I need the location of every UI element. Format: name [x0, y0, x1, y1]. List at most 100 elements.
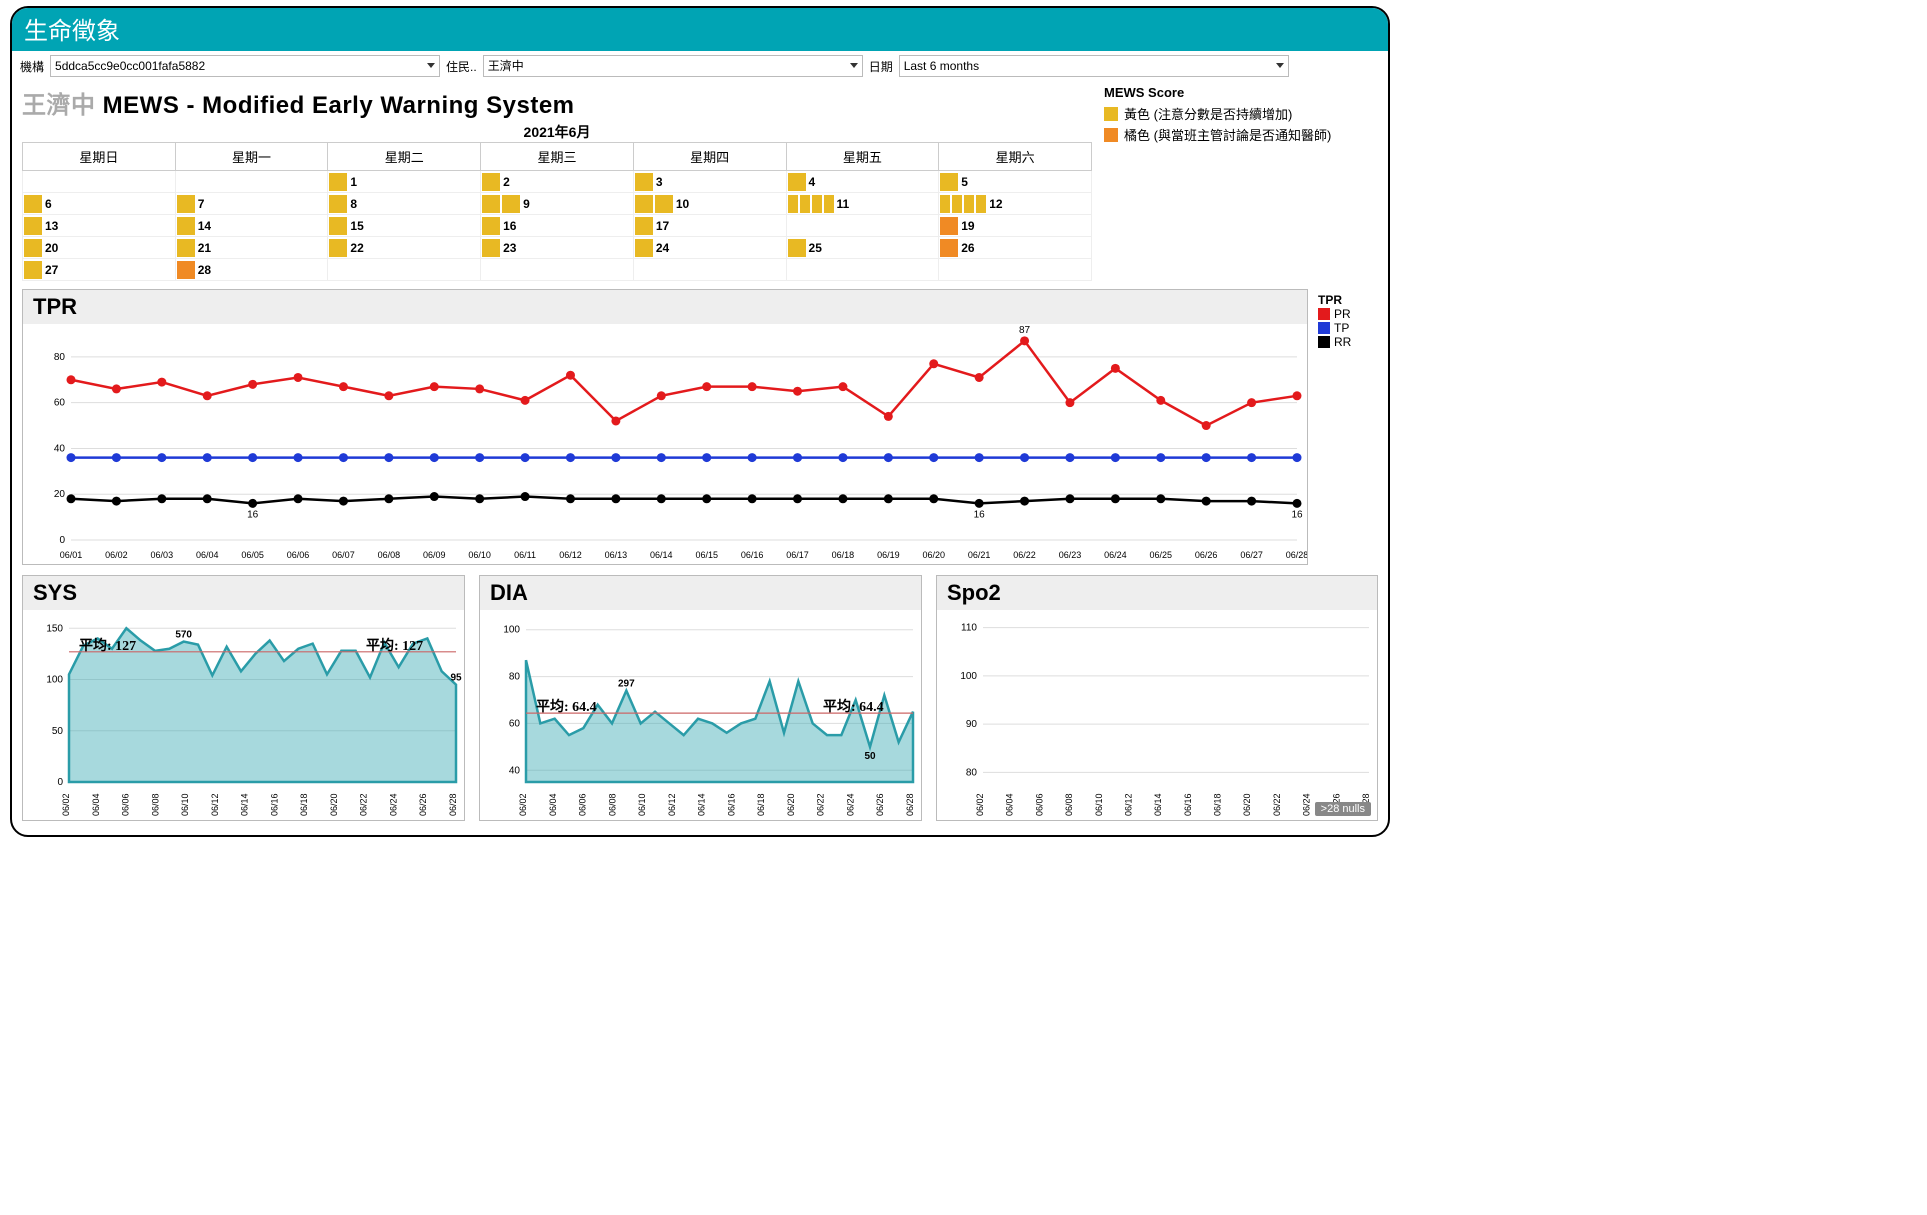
svg-text:06/28: 06/28: [905, 793, 915, 816]
weekday-header: 星期五: [786, 143, 939, 171]
weekday-header: 星期四: [633, 143, 786, 171]
weekday-header: 星期六: [939, 143, 1092, 171]
mews-resident-name: 王濟中: [22, 92, 96, 119]
calendar-cell[interactable]: 2: [481, 171, 634, 193]
date-select[interactable]: Last 6 months: [899, 55, 1289, 77]
svg-text:0: 0: [57, 777, 63, 788]
calendar-cell[interactable]: [786, 215, 939, 237]
tpr-chart-card: TPR 0204060801616168706/0106/0206/0306/0…: [22, 289, 1308, 565]
svg-text:80: 80: [54, 352, 66, 363]
calendar-cell[interactable]: 24: [633, 237, 786, 259]
svg-text:80: 80: [509, 672, 521, 683]
dia-title: DIA: [480, 576, 921, 610]
svg-text:150: 150: [46, 623, 63, 634]
calendar-cell[interactable]: 1: [328, 171, 481, 193]
calendar-cell[interactable]: 16: [481, 215, 634, 237]
svg-text:06/12: 06/12: [210, 793, 220, 816]
resident-label: 住民..: [446, 58, 477, 75]
tpr-title: TPR: [23, 290, 1307, 324]
svg-text:16: 16: [1291, 509, 1303, 520]
svg-text:06/10: 06/10: [637, 793, 647, 816]
svg-text:06/23: 06/23: [1059, 550, 1082, 560]
calendar-cell[interactable]: 4: [786, 171, 939, 193]
svg-text:06/11: 06/11: [514, 550, 536, 560]
resident-select[interactable]: 王濟中: [483, 55, 863, 77]
dia-plot[interactable]: 406080100平均: 64.4平均: 64.42975006/0206/04…: [480, 610, 921, 820]
calendar-cell[interactable]: 8: [328, 193, 481, 215]
calendar-cell[interactable]: 28: [175, 259, 328, 281]
svg-text:20: 20: [54, 489, 66, 500]
org-label: 機構: [20, 58, 44, 75]
tpr-plot[interactable]: 0204060801616168706/0106/0206/0306/0406/…: [23, 324, 1307, 564]
mews-legend-title: MEWS Score: [1104, 85, 1378, 100]
weekday-header: 星期一: [175, 143, 328, 171]
calendar-cell[interactable]: [939, 259, 1092, 281]
svg-text:06/06: 06/06: [578, 793, 588, 816]
calendar-cell[interactable]: 20: [23, 237, 176, 259]
org-select[interactable]: 5ddca5cc9e0cc001fafa5882: [50, 55, 440, 77]
svg-text:100: 100: [503, 625, 520, 636]
calendar-cell[interactable]: [175, 171, 328, 193]
svg-text:06/03: 06/03: [151, 550, 174, 560]
svg-text:06/24: 06/24: [1302, 793, 1312, 816]
mews-month: 2021年6月: [22, 122, 1092, 142]
calendar-cell[interactable]: 17: [633, 215, 786, 237]
spo2-plot[interactable]: 809010011006/0206/0406/0606/0806/1006/12…: [937, 610, 1377, 820]
svg-text:06/21: 06/21: [968, 550, 991, 560]
svg-text:06/12: 06/12: [1123, 793, 1133, 816]
svg-text:95: 95: [450, 673, 462, 684]
app-title: 生命徵象: [24, 18, 120, 45]
svg-text:06/06: 06/06: [1034, 793, 1044, 816]
svg-text:60: 60: [509, 718, 521, 729]
legend-orange: 橘色 (與當班主管討論是否通知醫師): [1104, 125, 1378, 144]
calendar-cell[interactable]: 22: [328, 237, 481, 259]
svg-text:06/04: 06/04: [196, 550, 219, 560]
calendar-cell[interactable]: [328, 259, 481, 281]
calendar-cell[interactable]: 5: [939, 171, 1092, 193]
calendar-cell[interactable]: 3: [633, 171, 786, 193]
svg-text:06/08: 06/08: [1064, 793, 1074, 816]
svg-text:0: 0: [59, 535, 65, 546]
calendar-cell[interactable]: 27: [23, 259, 176, 281]
app-frame: 生命徵象 機構 5ddca5cc9e0cc001fafa5882 住民.. 王濟…: [10, 6, 1390, 837]
calendar-cell[interactable]: 23: [481, 237, 634, 259]
calendar-cell[interactable]: [23, 171, 176, 193]
calendar-cell[interactable]: [633, 259, 786, 281]
svg-text:06/05: 06/05: [241, 550, 264, 560]
calendar-cell[interactable]: 14: [175, 215, 328, 237]
svg-text:50: 50: [864, 751, 876, 762]
orange-swatch-icon: [1104, 128, 1118, 142]
svg-text:06/18: 06/18: [299, 793, 309, 816]
calendar-cell[interactable]: 25: [786, 237, 939, 259]
svg-text:06/08: 06/08: [378, 550, 401, 560]
svg-text:40: 40: [54, 443, 66, 454]
calendar-cell[interactable]: [786, 259, 939, 281]
calendar-cell[interactable]: 12: [939, 193, 1092, 215]
svg-text:06/16: 06/16: [726, 793, 736, 816]
svg-text:06/26: 06/26: [875, 793, 885, 816]
svg-text:06/14: 06/14: [1153, 793, 1163, 816]
calendar-cell[interactable]: 6: [23, 193, 176, 215]
svg-text:平均: 64.4: 平均: 64.4: [536, 698, 597, 715]
svg-text:06/16: 06/16: [1183, 793, 1193, 816]
calendar-cell[interactable]: 7: [175, 193, 328, 215]
svg-text:50: 50: [52, 726, 64, 737]
sys-plot[interactable]: 050100150平均: 127平均: 1275709506/0206/0406…: [23, 610, 464, 820]
legend-pr: PR: [1318, 307, 1378, 321]
calendar-cell[interactable]: 11: [786, 193, 939, 215]
svg-text:06/06: 06/06: [287, 550, 310, 560]
calendar-cell[interactable]: 15: [328, 215, 481, 237]
calendar-cell[interactable]: 21: [175, 237, 328, 259]
svg-text:06/26: 06/26: [1195, 550, 1218, 560]
mews-panel: 王濟中 MEWS - Modified Early Warning System…: [22, 85, 1092, 281]
svg-text:06/07: 06/07: [332, 550, 355, 560]
svg-text:06/08: 06/08: [150, 793, 160, 816]
calendar-cell[interactable]: 9: [481, 193, 634, 215]
svg-text:06/25: 06/25: [1150, 550, 1173, 560]
calendar-cell[interactable]: 13: [23, 215, 176, 237]
calendar-cell[interactable]: 10: [633, 193, 786, 215]
calendar-cell[interactable]: [481, 259, 634, 281]
svg-text:06/16: 06/16: [269, 793, 279, 816]
calendar-cell[interactable]: 26: [939, 237, 1092, 259]
calendar-cell[interactable]: 19: [939, 215, 1092, 237]
